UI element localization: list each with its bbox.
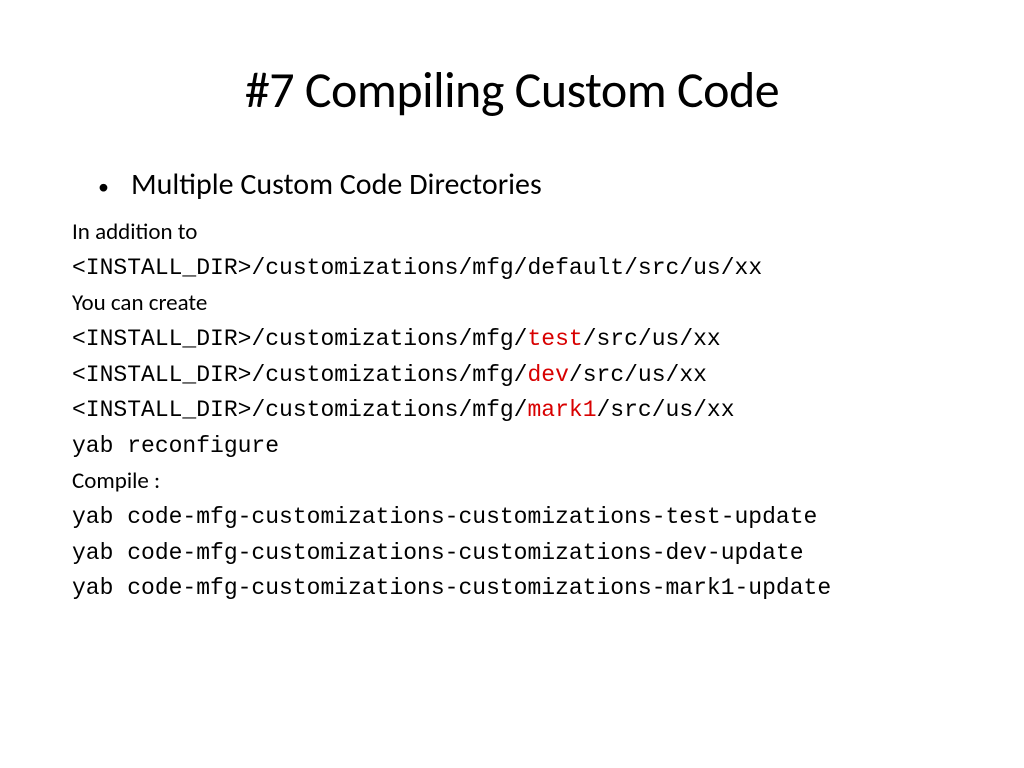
env-dev: dev [527, 362, 568, 388]
bullet-label: Multiple Custom Code Directories [131, 166, 542, 203]
you-can-create-line: You can create [72, 286, 954, 322]
path-mark1: <INSTALL_DIR>/customizations/mfg/mark1/s… [72, 393, 954, 429]
path-default: <INSTALL_DIR>/customizations/mfg/default… [72, 251, 954, 287]
in-addition-line: In addition to [72, 215, 954, 251]
path-test: <INSTALL_DIR>/customizations/mfg/test/sr… [72, 322, 954, 358]
bullet-marker-icon: • [98, 176, 109, 198]
cmd-mark1: yab code-mfg-customizations-customizatio… [72, 571, 954, 607]
compile-label: Compile : [72, 464, 954, 500]
bullet-item: • Multiple Custom Code Directories [70, 166, 954, 203]
yab-reconfigure: yab reconfigure [72, 429, 954, 465]
slide-title: #7 Compiling Custom Code [70, 60, 954, 121]
env-mark1: mark1 [527, 397, 596, 423]
cmd-test: yab code-mfg-customizations-customizatio… [72, 500, 954, 536]
path-dev: <INSTALL_DIR>/customizations/mfg/dev/src… [72, 358, 954, 394]
env-test: test [527, 326, 582, 352]
cmd-dev: yab code-mfg-customizations-customizatio… [72, 536, 954, 572]
